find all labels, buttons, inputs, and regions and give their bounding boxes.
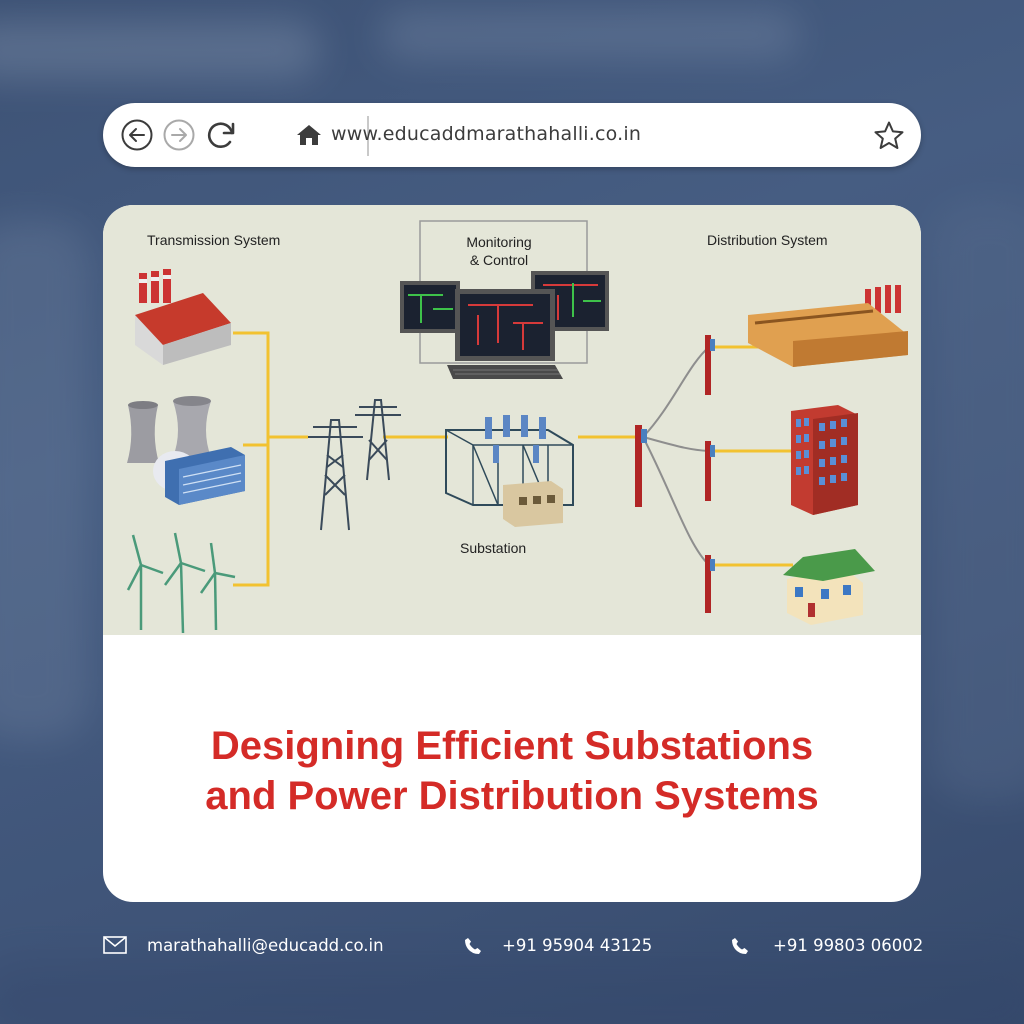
browser-address-bar: www.educaddmarathahalli.co.in — [103, 103, 921, 167]
home-icon[interactable] — [296, 123, 322, 147]
reload-icon[interactable] — [205, 119, 237, 151]
substation-label: Substation — [460, 540, 526, 556]
url-text[interactable]: www.educaddmarathahalli.co.in — [331, 123, 641, 145]
phone-1-text[interactable]: +91 95904 43125 — [502, 936, 652, 955]
mail-icon — [103, 936, 127, 954]
contact-phone-2[interactable]: +91 99803 06002 — [731, 934, 931, 960]
phone-icon — [732, 938, 748, 954]
power-system-diagram: Transmission System Monitoring & Control… — [103, 205, 921, 635]
phone-icon — [465, 938, 481, 954]
monitoring-label-line2: & Control — [470, 252, 528, 268]
forward-arrow-icon[interactable] — [163, 119, 195, 151]
transmission-system-label: Transmission System — [147, 232, 280, 248]
star-icon[interactable] — [873, 120, 905, 152]
distribution-system-label: Distribution System — [707, 232, 828, 248]
office-building — [791, 405, 858, 515]
headline-line1: Designing Efficient Substations — [210, 724, 814, 768]
headline: Designing Efficient Substations and Powe… — [103, 721, 921, 821]
content-card: Transmission System Monitoring & Control… — [103, 205, 921, 902]
monitoring-label-line1: Monitoring — [466, 234, 531, 250]
contact-email[interactable]: marathahalli@educadd.co.in — [103, 934, 413, 960]
back-arrow-icon[interactable] — [121, 119, 153, 151]
email-text[interactable]: marathahalli@educadd.co.in — [147, 936, 384, 955]
headline-line2: and Power Distribution Systems — [205, 774, 819, 818]
phone-2-text[interactable]: +91 99803 06002 — [773, 936, 923, 955]
contact-phone-1[interactable]: +91 95904 43125 — [464, 934, 664, 960]
